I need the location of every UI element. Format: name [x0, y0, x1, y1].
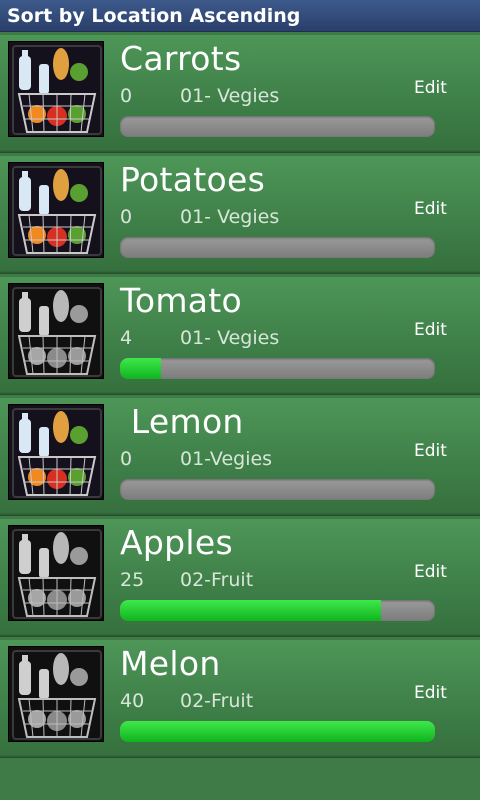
item-name: Lemon [120, 402, 244, 441]
item-name: Carrots [120, 39, 242, 78]
edit-button[interactable]: Edit [410, 318, 451, 342]
item-name: Tomato [120, 281, 243, 320]
item-location: 01- Vegies [180, 85, 280, 107]
title-bar: Sort by Location Ascending [0, 0, 480, 32]
item-name: Potatoes [120, 160, 266, 199]
edit-button[interactable]: Edit [410, 76, 451, 100]
item-quantity: 0 [120, 85, 133, 107]
item-list: Carrots 0 01- Vegies Edit Potatoes 0 01-… [0, 35, 480, 761]
list-item[interactable]: Apples 25 02-Fruit Edit [0, 519, 480, 637]
edit-button[interactable]: Edit [410, 560, 451, 584]
edit-button[interactable]: Edit [410, 681, 451, 705]
edit-button[interactable]: Edit [410, 439, 451, 463]
progress-fill [120, 721, 435, 742]
item-name: Melon [120, 644, 221, 683]
list-footer-area [0, 761, 480, 800]
item-location: 02-Fruit [180, 690, 254, 712]
item-quantity: 4 [120, 327, 133, 349]
list-item[interactable]: Tomato 4 01- Vegies Edit [0, 277, 480, 395]
list-item[interactable]: Carrots 0 01- Vegies Edit [0, 35, 480, 153]
buy-basket-gray-icon[interactable] [8, 283, 104, 379]
progress-fill [120, 358, 161, 379]
item-name: Apples [120, 523, 233, 562]
buy-basket-color-icon[interactable] [8, 41, 104, 137]
item-location: 02-Fruit [180, 569, 254, 591]
item-location: 01-Vegies [180, 448, 273, 470]
item-quantity: 25 [120, 569, 145, 591]
item-quantity: 40 [120, 690, 145, 712]
item-location: 01- Vegies [180, 327, 280, 349]
list-item[interactable]: Lemon 0 01-Vegies Edit [0, 398, 480, 516]
buy-basket-gray-icon[interactable] [8, 525, 104, 621]
progress-bar [120, 479, 435, 500]
progress-bar [120, 116, 435, 137]
buy-basket-color-icon[interactable] [8, 404, 104, 500]
list-item[interactable]: Melon 40 02-Fruit Edit [0, 640, 480, 758]
progress-bar [120, 237, 435, 258]
item-quantity: 0 [120, 448, 133, 470]
buy-basket-gray-icon[interactable] [8, 646, 104, 742]
progress-bar [120, 600, 435, 621]
progress-bar [120, 721, 435, 742]
item-location: 01- Vegies [180, 206, 280, 228]
page-title: Sort by Location Ascending [7, 5, 301, 27]
buy-basket-color-icon[interactable] [8, 162, 104, 258]
edit-button[interactable]: Edit [410, 197, 451, 221]
list-item[interactable]: Potatoes 0 01- Vegies Edit [0, 156, 480, 274]
item-quantity: 0 [120, 206, 133, 228]
progress-fill [120, 600, 382, 621]
progress-bar [120, 358, 435, 379]
